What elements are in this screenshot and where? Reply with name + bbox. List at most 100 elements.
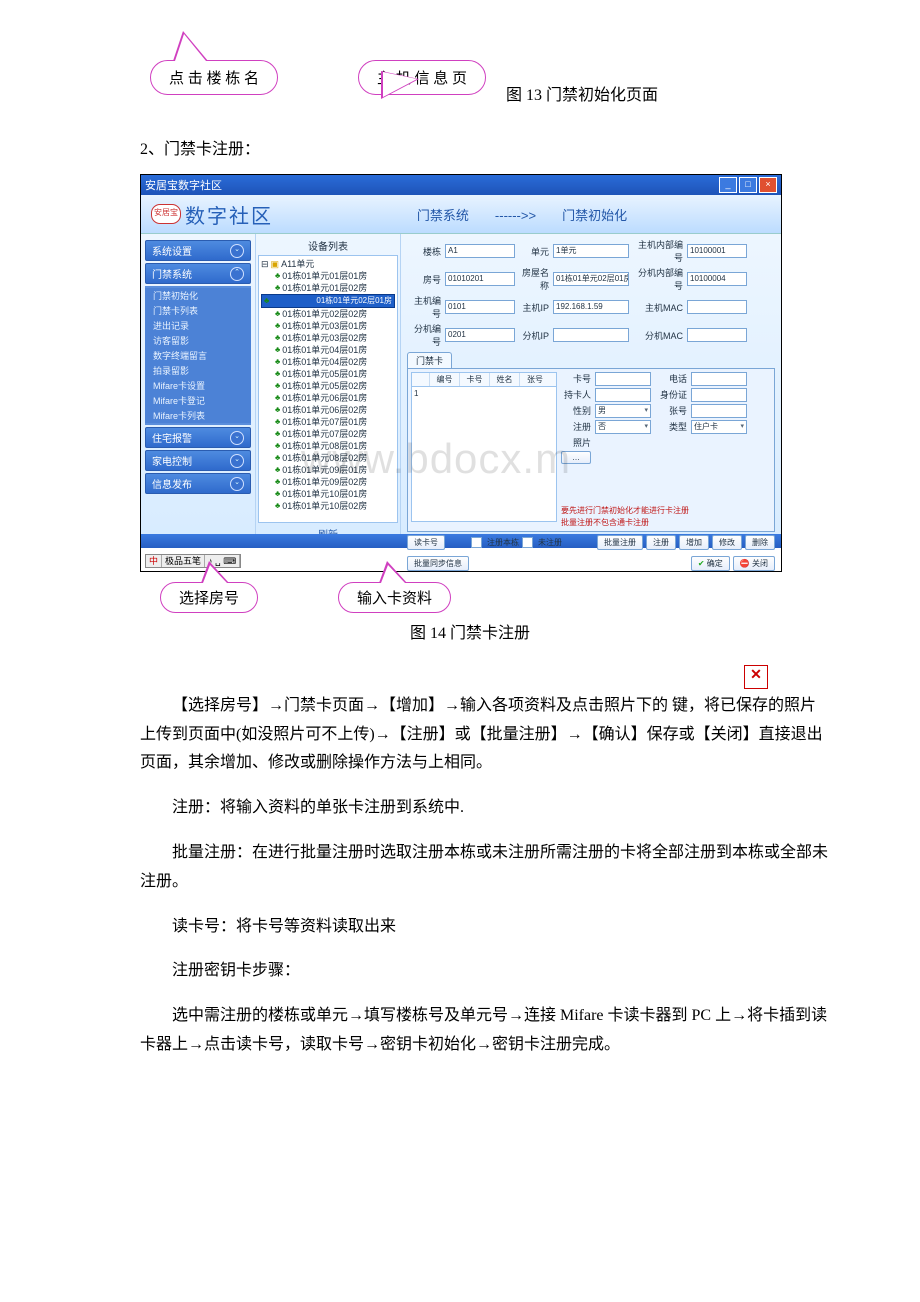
nav-item-cardlist[interactable]: 门禁卡列表 — [145, 303, 251, 318]
nav-group-access[interactable]: 门禁系统 ⌃ — [145, 263, 251, 284]
add-button[interactable]: 增加 — [679, 535, 709, 550]
input-ext-internal-no[interactable]: 10100004 — [687, 272, 747, 286]
tree-title: 设备列表 — [258, 238, 398, 253]
checkbox-reg-block[interactable] — [471, 537, 482, 548]
input-building[interactable]: A1 — [445, 244, 515, 258]
tree-row-label: 01栋01单元02层02房 — [282, 308, 367, 320]
input-host-ip[interactable]: 192.168.1.59 — [553, 300, 629, 314]
nav-item-init[interactable]: 门禁初始化 — [145, 288, 251, 303]
input-host-no[interactable]: 0101 — [445, 300, 515, 314]
input-phone[interactable] — [691, 372, 747, 386]
tree-row[interactable]: ♣01栋01单元08层01房 — [261, 440, 395, 452]
delete-button[interactable]: 删除 — [745, 535, 775, 550]
select-type[interactable]: 住户卡▾ — [691, 420, 747, 434]
nav-group-system[interactable]: 系统设置 ⌄ — [145, 240, 251, 261]
input-host-mac[interactable] — [687, 300, 747, 314]
input-room[interactable]: 01010201 — [445, 272, 515, 286]
batch-reg-button[interactable]: 批量注册 — [597, 535, 643, 550]
tree-row-label: 01栋01单元03层02房 — [282, 332, 367, 344]
tab-access-card[interactable]: 门禁卡 — [407, 352, 452, 368]
tree-row[interactable]: ♣01栋01单元03层02房 — [261, 332, 395, 344]
house-icon: ♣ — [275, 320, 280, 332]
tree-row[interactable]: ♣01栋01单元02层02房 — [261, 308, 395, 320]
nav-item-snapshot[interactable]: 拍录留影 — [145, 363, 251, 378]
read-card-button[interactable]: 读卡号 — [407, 535, 445, 550]
tree-row[interactable]: ♣01栋01单元05层02房 — [261, 380, 395, 392]
maximize-button[interactable]: □ — [739, 177, 757, 193]
tree-row[interactable]: ♣01栋01单元02层01房 — [261, 294, 395, 308]
label-building: 楼栋 — [407, 245, 441, 258]
section-2-heading: 2、门禁卡注册： — [140, 135, 870, 159]
input-zhang[interactable] — [691, 404, 747, 418]
input-holder[interactable] — [595, 388, 651, 402]
checkbox-unreg[interactable] — [522, 537, 533, 548]
close-button[interactable]: ⛔ 关闭 — [733, 556, 775, 571]
tree-row[interactable]: ♣01栋01单元07层02房 — [261, 428, 395, 440]
select-gender[interactable]: 男▾ — [595, 404, 651, 418]
warning-text-2: 批量注册不包含通卡注册 — [561, 518, 747, 528]
house-icon: ♣ — [275, 500, 280, 512]
col-no: 编号 — [430, 373, 460, 386]
tree-root[interactable]: ⊟ ▣ A11单元 — [261, 258, 395, 270]
nav-item-mifare-reg[interactable]: Mifare卡登记 — [145, 393, 251, 408]
batch-sync-button[interactable]: 批量同步信息 — [407, 556, 469, 571]
house-icon: ♣ — [275, 416, 280, 428]
ok-button[interactable]: ✔ 确定 — [691, 556, 730, 571]
label-ext-ip: 分机IP — [519, 329, 549, 342]
nav-group-label: 住宅报警 — [152, 430, 192, 445]
chevron-down-icon: ▾ — [644, 421, 648, 433]
tree-row[interactable]: ♣01栋01单元01层02房 — [261, 282, 395, 294]
input-cardno[interactable] — [595, 372, 651, 386]
device-tree[interactable]: ⊟ ▣ A11单元 ♣01栋01单元01层01房♣01栋01单元01层02房♣0… — [258, 255, 398, 523]
tree-row[interactable]: ♣01栋01单元01层01房 — [261, 270, 395, 282]
tree-row[interactable]: ♣01栋01单元05层01房 — [261, 368, 395, 380]
tree-row[interactable]: ♣01栋01单元06层02房 — [261, 404, 395, 416]
left-nav: 系统设置 ⌄ 门禁系统 ⌃ 门禁初始化 门禁卡列表 进出记录 访客留影 数字终端… — [141, 234, 255, 534]
tree-row-label: 01栋01单元09层01房 — [282, 464, 367, 476]
nav-group-info[interactable]: 信息发布 ⌄ — [145, 473, 251, 494]
input-ext-mac[interactable] — [687, 328, 747, 342]
input-host-internal-no[interactable]: 10100001 — [687, 244, 747, 258]
input-room-name[interactable]: 01栋01单元02层01房 — [553, 272, 629, 286]
nav-item-msg[interactable]: 数字终端留言 — [145, 348, 251, 363]
card-grid-body[interactable]: 1 — [411, 387, 557, 522]
tree-refresh-button[interactable]: 刷新 — [258, 523, 398, 534]
select-reg[interactable]: 否▾ — [595, 420, 651, 434]
tree-row[interactable]: ♣01栋01单元04层01房 — [261, 344, 395, 356]
input-ext-ip[interactable] — [553, 328, 629, 342]
callout-click-building: 点 击 楼 栋 名 — [150, 60, 278, 95]
window-titlebar: 安居宝数字社区 _ □ × — [141, 175, 781, 195]
house-icon: ♣ — [275, 344, 280, 356]
reg-button[interactable]: 注册 — [646, 535, 676, 550]
close-window-button[interactable]: × — [759, 177, 777, 193]
tree-row[interactable]: ♣01栋01单元09层01房 — [261, 464, 395, 476]
input-idcard[interactable] — [691, 388, 747, 402]
tree-row-label: 01栋01单元06层01房 — [282, 392, 367, 404]
photo-browse-button[interactable]: … — [561, 451, 591, 464]
tree-row[interactable]: ♣01栋01单元08层02房 — [261, 452, 395, 464]
tree-row[interactable]: ♣01栋01单元06层01房 — [261, 392, 395, 404]
tree-row[interactable]: ♣01栋01单元10层02房 — [261, 500, 395, 512]
input-ext-no[interactable]: 0201 — [445, 328, 515, 342]
tree-row[interactable]: ♣01栋01单元10层01房 — [261, 488, 395, 500]
tree-row[interactable]: ♣01栋01单元03层01房 — [261, 320, 395, 332]
nav-item-inout[interactable]: 进出记录 — [145, 318, 251, 333]
nav-item-mifare-list[interactable]: Mifare卡列表 — [145, 408, 251, 423]
label-room: 房号 — [407, 273, 441, 286]
tree-row[interactable]: ♣01栋01单元09层02房 — [261, 476, 395, 488]
label-idcard: 身份证 — [655, 388, 687, 402]
label-host-ip: 主机IP — [519, 301, 549, 314]
modify-button[interactable]: 修改 — [712, 535, 742, 550]
nav-group-alarm[interactable]: 住宅报警 ⌄ — [145, 427, 251, 448]
minimize-button[interactable]: _ — [719, 177, 737, 193]
nav-item-mifare-set[interactable]: Mifare卡设置 — [145, 378, 251, 393]
nav-group-label: 家电控制 — [152, 453, 192, 468]
house-icon: ♣ — [275, 368, 280, 380]
input-unit[interactable]: 1单元 — [553, 244, 629, 258]
tree-row[interactable]: ♣01栋01单元04层02房 — [261, 356, 395, 368]
nav-group-appliance[interactable]: 家电控制 ⌄ — [145, 450, 251, 471]
nav-item-visitor[interactable]: 访客留影 — [145, 333, 251, 348]
tree-row[interactable]: ♣01栋01单元07层01房 — [261, 416, 395, 428]
window-title: 安居宝数字社区 — [145, 177, 222, 193]
tree-row-label: 01栋01单元03层01房 — [282, 320, 367, 332]
